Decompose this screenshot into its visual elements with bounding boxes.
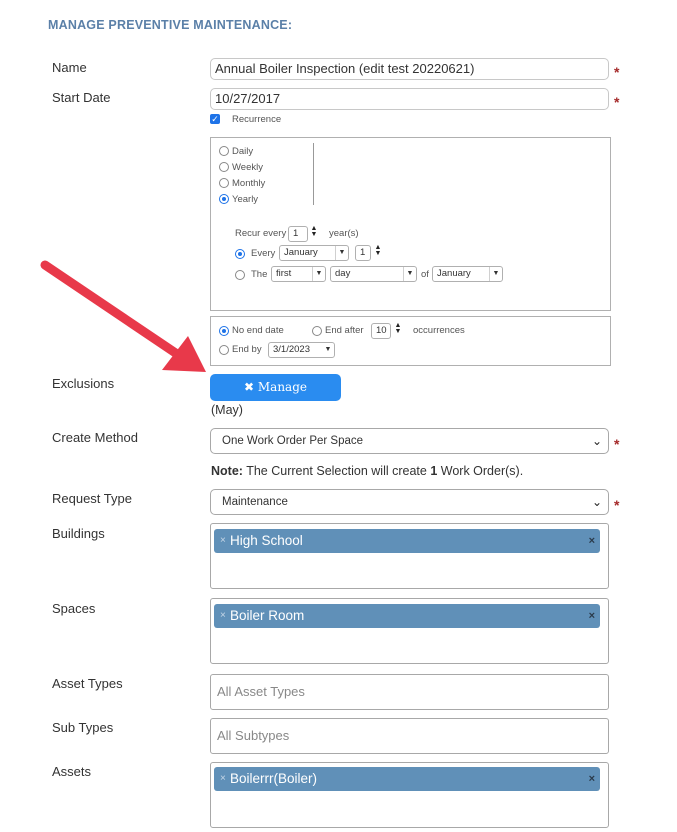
of-label: of	[421, 269, 429, 280]
end-after-spinner-icon[interactable]: ▲ ▼	[394, 322, 402, 335]
tag-clear-icon[interactable]: ×	[589, 604, 595, 628]
pattern-yearly-label: Yearly	[232, 194, 259, 205]
radio-end-by[interactable]	[219, 345, 229, 355]
create-method-label: Create Method	[52, 430, 138, 445]
exclusions-summary: (May)	[211, 403, 243, 417]
chevron-down-icon: ▼	[489, 267, 502, 281]
recurrence-label: Recurrence	[232, 114, 282, 125]
recur-every-input[interactable]: 1	[288, 226, 308, 242]
assets-label: Assets	[52, 764, 92, 779]
chevron-down-icon: ▼	[403, 267, 416, 281]
end-by-date-value: 3/1/2023	[273, 344, 310, 355]
radio-daily[interactable]	[219, 146, 229, 156]
pattern-monthly-label: Monthly	[232, 178, 266, 189]
space-tag: × Boiler Room ×	[214, 604, 600, 628]
the-ordinal-value: first	[276, 268, 292, 279]
required-marker: *	[614, 497, 620, 513]
note-prefix: Note:	[211, 464, 243, 478]
every-day-input[interactable]: 1	[355, 245, 371, 261]
recurrence-range-panel	[210, 316, 611, 366]
end-by-label: End by	[232, 344, 262, 355]
no-end-date-label: No end date	[232, 325, 284, 336]
every-label: Every	[251, 248, 276, 259]
recur-unit-label: year(s)	[329, 228, 359, 239]
tag-clear-icon[interactable]: ×	[589, 529, 595, 553]
manage-exclusions-button[interactable]: ✖ Manage Exclusions	[210, 374, 341, 420]
request-type-label: Request Type	[52, 491, 132, 506]
pattern-weekly-label: Weekly	[232, 162, 263, 173]
exclusions-label: Exclusions	[52, 376, 115, 391]
occurrences-label: occurrences	[413, 325, 465, 336]
tag-clear-icon[interactable]: ×	[589, 767, 595, 791]
tag-remove-icon[interactable]: ×	[220, 767, 226, 791]
name-input[interactable]: Annual Boiler Inspection (edit test 2022…	[210, 58, 609, 80]
building-tag: × High School ×	[214, 529, 600, 553]
recurrence-pattern-panel	[210, 137, 611, 311]
radio-every[interactable]	[235, 249, 245, 259]
radio-weekly[interactable]	[219, 162, 229, 172]
every-day-spinner-icon[interactable]: ▲ ▼	[374, 244, 382, 257]
every-month-value: January	[284, 247, 318, 258]
radio-monthly[interactable]	[219, 178, 229, 188]
required-marker: *	[614, 94, 620, 110]
chevron-down-icon: ▼	[335, 246, 348, 260]
note-text-after: Work Order(s).	[440, 464, 524, 478]
radio-no-end-date[interactable]	[219, 326, 229, 336]
every-month-select[interactable]: January ▼	[279, 245, 349, 261]
name-label: Name	[52, 60, 87, 75]
chevron-down-icon: ▼	[312, 267, 325, 281]
radio-yearly[interactable]	[219, 194, 229, 204]
sub-types-label: Sub Types	[52, 720, 114, 735]
start-date-input[interactable]: 10/27/2017	[210, 88, 609, 110]
asset-types-label: Asset Types	[52, 676, 123, 691]
page-title: MANAGE PREVENTIVE MAINTENANCE:	[48, 18, 293, 32]
end-after-label: End after	[325, 325, 364, 336]
request-type-select[interactable]: Maintenance ⌄	[210, 489, 609, 515]
create-method-select[interactable]: One Work Order Per Space ⌄	[210, 428, 609, 454]
request-type-value: Maintenance	[222, 496, 288, 508]
space-tag-label: Boiler Room	[230, 608, 305, 623]
recur-every-label: Recur every	[235, 228, 287, 239]
pattern-divider	[313, 143, 314, 205]
note-count: 1	[430, 464, 438, 478]
chevron-down-icon: ⌄	[591, 495, 602, 509]
create-method-value: One Work Order Per Space	[222, 435, 364, 447]
asset-types-input[interactable]: All Asset Types	[210, 674, 609, 710]
asset-tag: × Boilerrr(Boiler) ×	[214, 767, 600, 791]
red-arrow-annotation	[40, 260, 206, 372]
start-date-label: Start Date	[52, 90, 111, 105]
the-label: The	[251, 269, 268, 280]
required-marker: *	[614, 436, 620, 452]
chevron-down-icon: ⌄	[591, 434, 602, 448]
radio-end-after[interactable]	[312, 326, 322, 336]
pattern-daily-label: Daily	[232, 146, 254, 157]
close-icon: ✖	[244, 380, 255, 394]
required-marker: *	[614, 64, 620, 80]
tag-remove-icon[interactable]: ×	[220, 529, 226, 553]
the-month-value: January	[437, 268, 471, 279]
chevron-down-icon: ▼	[324, 346, 332, 353]
the-day-value: day	[335, 268, 351, 279]
work-order-note: Note: The Current Selection will create …	[211, 464, 523, 478]
the-month-select[interactable]: January ▼	[432, 266, 503, 282]
tag-remove-icon[interactable]: ×	[220, 604, 226, 628]
sub-types-input[interactable]: All Subtypes	[210, 718, 609, 754]
end-by-date-select[interactable]: 3/1/2023 ▼	[268, 342, 335, 358]
end-after-input[interactable]: 10	[371, 323, 391, 339]
recurrence-checkbox[interactable]: ✓	[210, 114, 220, 124]
the-ordinal-select[interactable]: first ▼	[271, 266, 326, 282]
buildings-label: Buildings	[52, 526, 105, 541]
asset-tag-label: Boilerrr(Boiler)	[230, 771, 318, 786]
note-text-before: The Current Selection will create	[246, 464, 427, 478]
spaces-label: Spaces	[52, 601, 96, 616]
radio-the[interactable]	[235, 270, 245, 280]
building-tag-label: High School	[230, 533, 303, 548]
the-day-select[interactable]: day ▼	[330, 266, 417, 282]
recur-every-spinner-icon[interactable]: ▲ ▼	[310, 225, 318, 238]
